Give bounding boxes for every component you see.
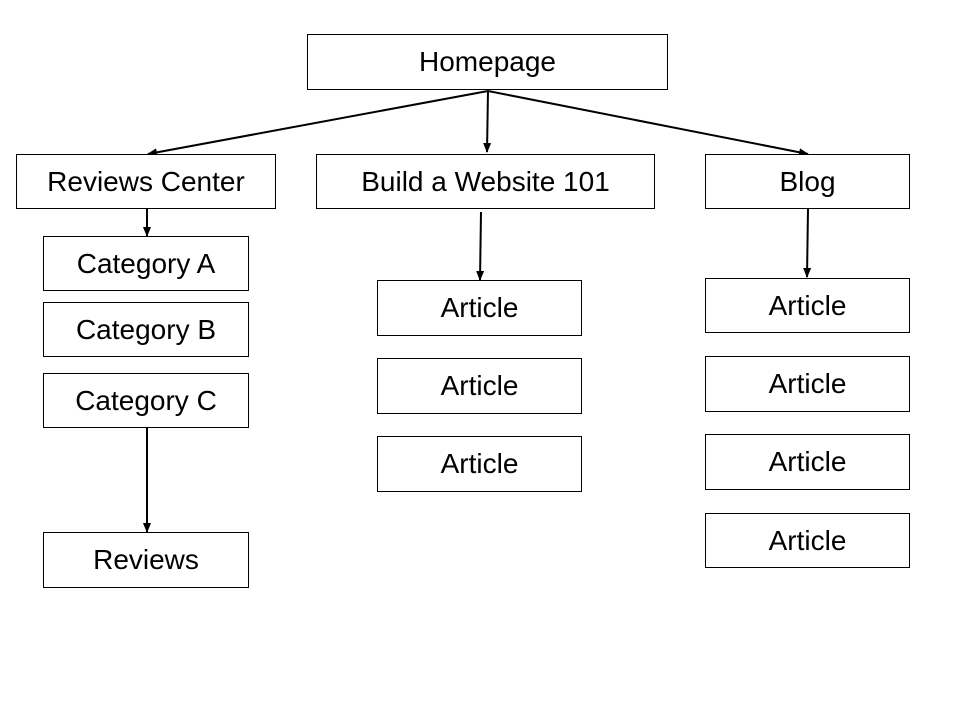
node-reviews-center: Reviews Center: [16, 154, 276, 209]
arrow-build-website-to-article-b1: [476, 211, 485, 281]
node-blog: Blog: [705, 154, 910, 209]
node-article-g4: Article: [705, 513, 910, 568]
node-article-g1: Article: [705, 278, 910, 333]
node-build-website: Build a Website 101: [316, 154, 655, 209]
arrow-homepage-to-build-website: [483, 90, 492, 153]
node-article-b1: Article: [377, 280, 582, 336]
node-homepage: Homepage: [307, 34, 668, 90]
node-category-b: Category B: [43, 302, 249, 357]
node-category-c: Category C: [43, 373, 249, 428]
arrow-homepage-to-reviews-center: [147, 90, 489, 157]
node-article-b2: Article: [377, 358, 582, 414]
node-reviews: Reviews: [43, 532, 249, 588]
node-article-g3: Article: [705, 434, 910, 490]
node-article-b3: Article: [377, 436, 582, 492]
arrow-blog-to-article-g1: [803, 208, 812, 278]
node-category-a: Category A: [43, 236, 249, 291]
arrow-homepage-to-blog: [487, 90, 809, 157]
node-article-g2: Article: [705, 356, 910, 412]
